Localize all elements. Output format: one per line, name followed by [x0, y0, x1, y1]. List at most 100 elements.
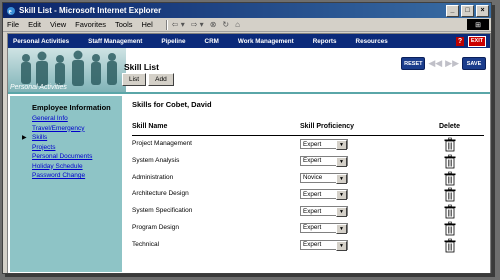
forward-icon[interactable]: ⇨ ▾: [191, 20, 204, 29]
trash-icon[interactable]: [443, 204, 457, 219]
table-row: Architecture Design Expert ▼: [132, 186, 484, 203]
proficiency-value: Expert: [303, 241, 322, 249]
maximize-button[interactable]: □: [461, 4, 474, 17]
list-button[interactable]: List: [122, 73, 147, 86]
nav-staff-management[interactable]: Staff Management: [88, 38, 142, 45]
stop-icon[interactable]: ⊗: [210, 20, 217, 29]
skill-name: System Specification: [132, 207, 193, 215]
web-page: Personal Activities Staff Management Pip…: [7, 33, 491, 273]
sidebar-item-personal-documents[interactable]: Personal Documents: [32, 153, 122, 163]
trash-icon[interactable]: [443, 171, 457, 186]
proficiency-value: Expert: [303, 190, 322, 198]
sidebar-item-projects[interactable]: Projects: [32, 144, 122, 154]
proficiency-select[interactable]: Expert ▼: [300, 155, 348, 167]
nav-personal-activities[interactable]: Personal Activities: [13, 38, 69, 45]
toolbar-divider: [165, 19, 168, 30]
trash-icon[interactable]: [443, 154, 457, 169]
nav-work-management[interactable]: Work Management: [238, 38, 294, 45]
nav-resources[interactable]: Resources: [356, 38, 388, 45]
home-icon[interactable]: ⌂: [235, 20, 240, 29]
nav-pipeline[interactable]: Pipeline: [161, 38, 185, 45]
minimize-button[interactable]: _: [446, 4, 459, 17]
nav-reports[interactable]: Reports: [313, 38, 337, 45]
svg-text:e: e: [9, 7, 12, 15]
windows-logo-icon: ⊞: [467, 19, 489, 30]
back-icon[interactable]: ⇦ ▾: [172, 20, 185, 29]
proficiency-select[interactable]: Novice ▼: [300, 172, 348, 184]
divider: [8, 92, 490, 94]
chevron-down-icon[interactable]: ▼: [336, 223, 347, 234]
proficiency-value: Novice: [303, 174, 323, 182]
skill-name: Program Design: [132, 223, 179, 231]
skills-panel: Skills for Cobet, David Skill Name Skill…: [132, 98, 484, 254]
skill-name: Architecture Design: [132, 190, 189, 198]
trash-icon[interactable]: [443, 221, 457, 236]
exit-button[interactable]: EXIT: [468, 35, 486, 47]
next-arrow-icon: ▶▶: [445, 58, 459, 68]
add-button[interactable]: Add: [148, 73, 174, 86]
sidebar-heading: Employee Information: [32, 103, 111, 112]
chevron-down-icon[interactable]: ▼: [336, 156, 347, 167]
previous-arrow-icon: ◀◀: [428, 58, 443, 68]
window-title: Skill List - Microsoft Internet Explorer: [19, 6, 162, 15]
sidebar: Employee Information General Info Travel…: [10, 96, 122, 272]
nav-crm[interactable]: CRM: [205, 38, 219, 45]
table-row: Technical Expert ▼: [132, 237, 484, 254]
sidebar-item-general-info[interactable]: General Info: [32, 115, 122, 125]
table-row: Administration Novice ▼: [132, 170, 484, 187]
top-navigation: Personal Activities Staff Management Pip…: [8, 34, 490, 48]
col-skill-name: Skill Name: [132, 123, 168, 130]
menu-bar: File Edit View Favorites Tools Hel ⇦ ▾ ⇨…: [3, 18, 491, 32]
menu-edit[interactable]: Edit: [28, 20, 41, 29]
proficiency-select[interactable]: Expert ▼: [300, 206, 348, 218]
reset-button[interactable]: RESET: [401, 57, 426, 70]
close-button[interactable]: ×: [476, 4, 489, 17]
skills-heading: Skills for Cobet, David: [132, 100, 212, 109]
sidebar-item-holiday-schedule[interactable]: Holiday Schedule: [32, 163, 122, 173]
menu-favorites[interactable]: Favorites: [75, 20, 106, 29]
skill-name: Project Management: [132, 140, 192, 147]
help-icon[interactable]: ?: [456, 36, 464, 46]
table-row: Program Design Expert ▼: [132, 220, 484, 237]
proficiency-value: Expert: [303, 140, 322, 148]
skill-name: Technical: [132, 240, 160, 248]
proficiency-select[interactable]: Expert ▼: [300, 189, 348, 201]
col-delete: Delete: [439, 123, 461, 130]
chevron-down-icon[interactable]: ▼: [336, 173, 347, 184]
proficiency-value: Expert: [303, 224, 322, 232]
header-tools: RESET ◀◀ ▶▶ SAVE: [401, 57, 486, 70]
chevron-down-icon[interactable]: ▼: [336, 207, 347, 218]
skill-name: Administration: [132, 173, 174, 181]
browser-window: e Skill List - Microsoft Internet Explor…: [2, 2, 492, 274]
section-label: Personal Activities: [10, 84, 67, 91]
proficiency-value: Expert: [303, 157, 322, 165]
chevron-down-icon[interactable]: ▼: [336, 190, 347, 201]
chevron-down-icon[interactable]: ▼: [336, 240, 347, 251]
ie-icon: e: [7, 6, 15, 15]
table-row: System Analysis Expert ▼: [132, 153, 484, 170]
proficiency-select[interactable]: Expert ▼: [300, 139, 348, 150]
col-skill-proficiency: Skill Proficiency: [300, 123, 355, 130]
table-row: Project Management Expert ▼: [132, 136, 484, 153]
trash-icon[interactable]: [443, 187, 457, 202]
menu-file[interactable]: File: [7, 20, 19, 29]
page-header: Personal Activities Skill List List Add …: [8, 48, 490, 92]
title-bar: e Skill List - Microsoft Internet Explor…: [3, 3, 491, 18]
page-title: Skill List: [124, 62, 159, 72]
save-button[interactable]: SAVE: [462, 57, 486, 70]
refresh-icon[interactable]: ↻: [222, 20, 229, 29]
proficiency-value: Expert: [303, 207, 322, 215]
sidebar-item-password-change[interactable]: Password Change: [32, 172, 122, 182]
sidebar-item-travel-emergency[interactable]: Travel/Emergency: [32, 125, 122, 135]
chevron-down-icon[interactable]: ▼: [336, 140, 347, 150]
sidebar-item-skills[interactable]: Skills: [22, 134, 122, 144]
proficiency-select[interactable]: Expert ▼: [300, 222, 348, 234]
skill-name: System Analysis: [132, 156, 180, 164]
menu-help[interactable]: Hel: [142, 20, 153, 29]
menu-view[interactable]: View: [50, 20, 66, 29]
trash-icon[interactable]: [443, 238, 457, 253]
action-buttons: List Add: [122, 73, 174, 86]
trash-icon[interactable]: [443, 137, 457, 152]
proficiency-select[interactable]: Expert ▼: [300, 239, 348, 251]
menu-tools[interactable]: Tools: [115, 20, 133, 29]
